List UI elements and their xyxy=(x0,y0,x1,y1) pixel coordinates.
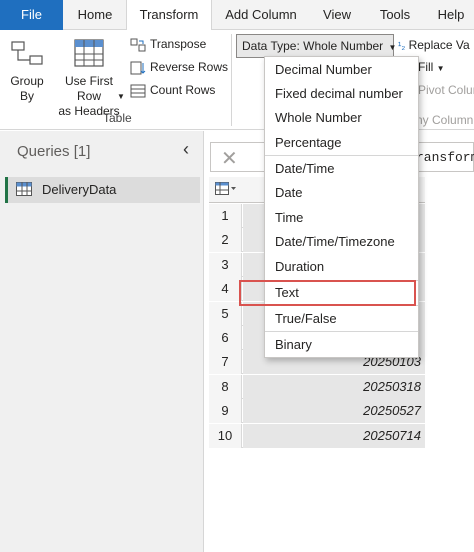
menu-item-time[interactable]: Time xyxy=(275,208,303,228)
table-menu-icon[interactable] xyxy=(215,182,237,196)
table-headers-icon xyxy=(74,39,104,67)
cancel-formula-icon[interactable]: ✕ xyxy=(221,146,238,171)
table-cell[interactable]: 20250527 xyxy=(243,399,425,424)
menu-item-date[interactable]: Date xyxy=(275,183,302,203)
queries-pane: Queries [1] ‹ DeliveryData xyxy=(0,131,204,552)
data-type-label: Data Type: Whole Number xyxy=(242,39,384,53)
row-number[interactable]: 1 xyxy=(209,204,242,228)
formula-text: ransform xyxy=(416,150,474,165)
table-row: 10 20250714 xyxy=(209,423,425,448)
table-cell[interactable]: 20250318 xyxy=(243,374,425,399)
count-rows-label: Count Rows xyxy=(150,83,216,97)
data-type-menu: Decimal Number Fixed decimal number Whol… xyxy=(264,56,419,358)
table-group-label: Table xyxy=(103,111,132,125)
reverse-rows-label: Reverse Rows xyxy=(150,60,229,74)
menu-item-decimal-number[interactable]: Decimal Number xyxy=(275,60,372,80)
menu-item-whole-number[interactable]: Whole Number xyxy=(275,108,362,128)
menu-item-binary[interactable]: Binary xyxy=(275,335,312,355)
collapse-pane-icon[interactable]: ‹ xyxy=(183,139,189,160)
row-number[interactable]: 3 xyxy=(209,252,242,277)
tab-transform[interactable]: Transform xyxy=(126,0,212,31)
menu-item-true-false[interactable]: True/False xyxy=(275,309,337,329)
menu-item-date-time-timezone[interactable]: Date/Time/Timezone xyxy=(275,232,395,252)
group-by-icon xyxy=(11,41,43,65)
reverse-rows-icon xyxy=(130,61,146,75)
menu-item-percentage[interactable]: Percentage xyxy=(275,133,342,153)
reverse-rows-button[interactable]: Reverse Rows xyxy=(130,57,228,77)
row-number[interactable]: 7 xyxy=(209,350,242,375)
table-cell[interactable]: 20250714 xyxy=(243,423,425,448)
replace-values-label: Replace Va xyxy=(408,38,470,52)
tab-help[interactable]: Help xyxy=(428,0,474,30)
menu-item-duration[interactable]: Duration xyxy=(275,257,324,277)
menu-item-fixed-decimal-number[interactable]: Fixed decimal number xyxy=(275,84,403,104)
count-rows-icon xyxy=(130,84,146,98)
replace-values-icon: ¹₂ xyxy=(398,41,406,52)
query-item-label: DeliveryData xyxy=(42,182,117,197)
tab-add-column[interactable]: Add Column xyxy=(216,0,306,30)
chevron-down-icon: ▼ xyxy=(388,43,397,52)
menu-separator xyxy=(265,331,418,332)
tab-file[interactable]: File xyxy=(0,0,63,30)
group-by-button[interactable]: Group By xyxy=(4,36,50,104)
table-icon xyxy=(16,182,32,196)
row-number[interactable]: 10 xyxy=(209,423,242,448)
fill-label: Fill xyxy=(418,60,434,74)
transpose-icon xyxy=(130,38,146,52)
data-type-dropdown[interactable]: Data Type: Whole Number ▼ xyxy=(236,34,397,58)
tab-view[interactable]: View xyxy=(310,0,364,30)
pivot-column-label: Pivot Column xyxy=(418,83,474,97)
row-number[interactable]: 8 xyxy=(209,374,242,399)
replace-values-button[interactable]: ¹₂ Replace Va xyxy=(398,35,470,55)
chevron-down-icon: ▼ xyxy=(436,64,445,73)
row-number[interactable]: 6 xyxy=(209,326,242,350)
text-highlight-box xyxy=(239,280,416,306)
table-row: 8 20250318 xyxy=(209,374,425,399)
pivot-column-button[interactable]: Pivot Column xyxy=(418,80,474,100)
transpose-label: Transpose xyxy=(150,37,207,51)
tab-tools[interactable]: Tools xyxy=(368,0,422,30)
use-first-row-button[interactable]: Use First Row as Headers xyxy=(52,36,126,119)
queries-title: Queries [1] xyxy=(17,143,91,160)
group-by-label: Group By xyxy=(10,74,44,103)
row-number[interactable]: 5 xyxy=(209,301,242,326)
fill-button[interactable]: Fill ▼ xyxy=(418,57,445,77)
menu-separator xyxy=(265,155,418,156)
transpose-button[interactable]: Transpose xyxy=(130,34,206,54)
query-item-deliverydata[interactable]: DeliveryData xyxy=(5,177,200,203)
table-row: 9 20250527 xyxy=(209,399,425,424)
menu-item-date-time[interactable]: Date/Time xyxy=(275,159,334,179)
count-rows-button[interactable]: Count Rows xyxy=(130,80,215,100)
unpivot-column-label: ny Column xyxy=(416,113,474,127)
ribbon-tab-bar: File Home Transform Add Column View Tool… xyxy=(0,0,474,31)
ribbon-divider xyxy=(231,34,232,126)
row-number[interactable]: 9 xyxy=(209,399,242,424)
chevron-down-icon: ▼ xyxy=(117,92,125,101)
row-number[interactable]: 2 xyxy=(209,228,242,253)
tab-home[interactable]: Home xyxy=(66,0,124,30)
row-number[interactable]: 4 xyxy=(209,277,242,302)
unpivot-column-button[interactable]: ny Column xyxy=(416,110,473,130)
